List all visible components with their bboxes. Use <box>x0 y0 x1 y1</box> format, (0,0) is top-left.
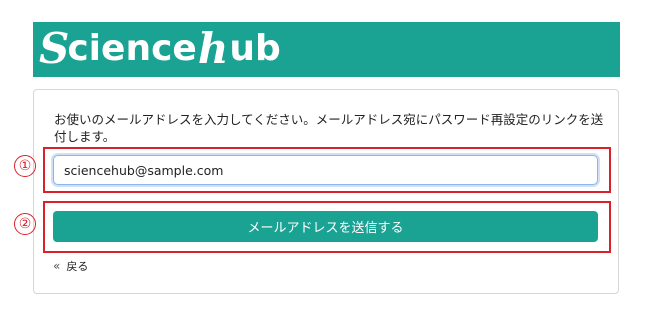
annotation-number-2: ② <box>14 213 36 235</box>
logo-letter-s: S <box>39 24 70 73</box>
logo-text-end: ub <box>229 28 281 69</box>
logo-letter-h: h <box>197 24 229 73</box>
back-link[interactable]: « 戻る <box>53 258 88 274</box>
logo-text-mid: cience <box>67 28 197 69</box>
header-bar: Science h ub <box>33 22 620 77</box>
annotation-number-1: ① <box>14 155 36 177</box>
email-input[interactable] <box>53 155 598 185</box>
instruction-text: お使いのメールアドレスを入力してください。メールアドレス宛にパスワード再設定のリ… <box>54 112 604 144</box>
send-email-button[interactable]: メールアドレスを送信する <box>53 211 598 242</box>
back-link-label: 戻る <box>66 260 89 273</box>
sciencehub-logo[interactable]: Science h ub <box>39 24 281 74</box>
page: Science h ub お使いのメールアドレスを入力してください。メールアドレス宛… <box>0 0 651 323</box>
double-chevron-left-icon: « <box>53 259 61 273</box>
